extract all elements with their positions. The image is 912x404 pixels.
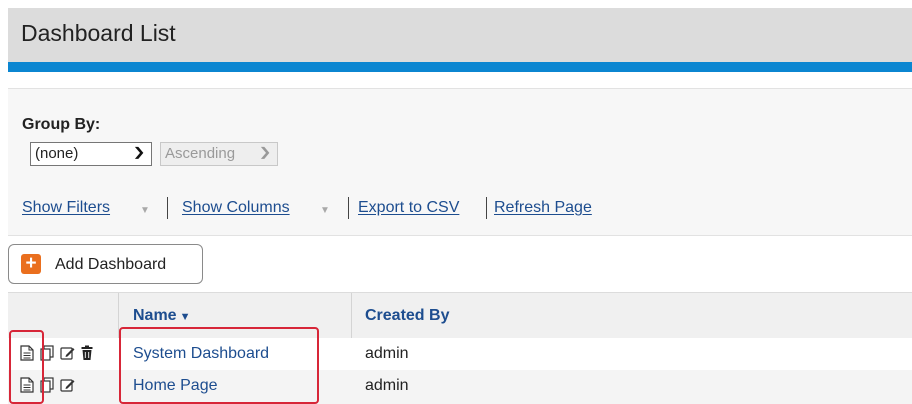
add-dashboard-label: Add Dashboard — [55, 256, 167, 273]
sort-order-select[interactable]: Ascending ❯ — [160, 142, 278, 166]
sort-order-value: Ascending — [165, 145, 236, 162]
group-by-value: (none) — [35, 145, 79, 162]
dropdown-triangle-icon: ▼ — [140, 205, 150, 216]
sort-desc-icon: ▼ — [179, 311, 191, 323]
edit-icon[interactable] — [60, 377, 75, 393]
column-header-created-by[interactable]: Created By — [365, 307, 449, 325]
export-csv-link[interactable]: Export to CSV — [358, 199, 459, 217]
group-by-label: Group By: — [22, 116, 101, 133]
edit-icon[interactable] — [60, 345, 75, 361]
column-divider — [351, 293, 352, 339]
show-filters-link[interactable]: Show Filters — [22, 199, 110, 217]
delete-icon[interactable] — [81, 345, 93, 361]
created-by-cell: admin — [365, 345, 409, 362]
chevron-down-icon: ❯ — [132, 145, 146, 159]
show-columns-link[interactable]: Show Columns — [182, 199, 290, 217]
dropdown-triangle-icon: ▼ — [320, 205, 330, 216]
plus-icon: + — [21, 254, 41, 274]
refresh-page-link[interactable]: Refresh Page — [494, 199, 592, 217]
column-header-label: Name — [133, 307, 177, 324]
link-divider — [348, 197, 349, 219]
add-dashboard-button[interactable]: + Add Dashboard — [8, 244, 203, 284]
link-divider — [167, 197, 168, 219]
page-title: Dashboard List — [21, 20, 176, 46]
link-divider — [486, 197, 487, 219]
group-by-select[interactable]: (none) ❯ — [30, 142, 152, 166]
created-by-cell: admin — [365, 377, 409, 394]
page-header: Dashboard List — [8, 8, 912, 62]
accent-bar — [8, 62, 912, 72]
highlight-box-names — [119, 327, 319, 404]
column-header-name[interactable]: Name ▼ — [133, 307, 190, 325]
highlight-box-icons — [9, 330, 44, 404]
chevron-down-icon: ❯ — [258, 145, 272, 159]
